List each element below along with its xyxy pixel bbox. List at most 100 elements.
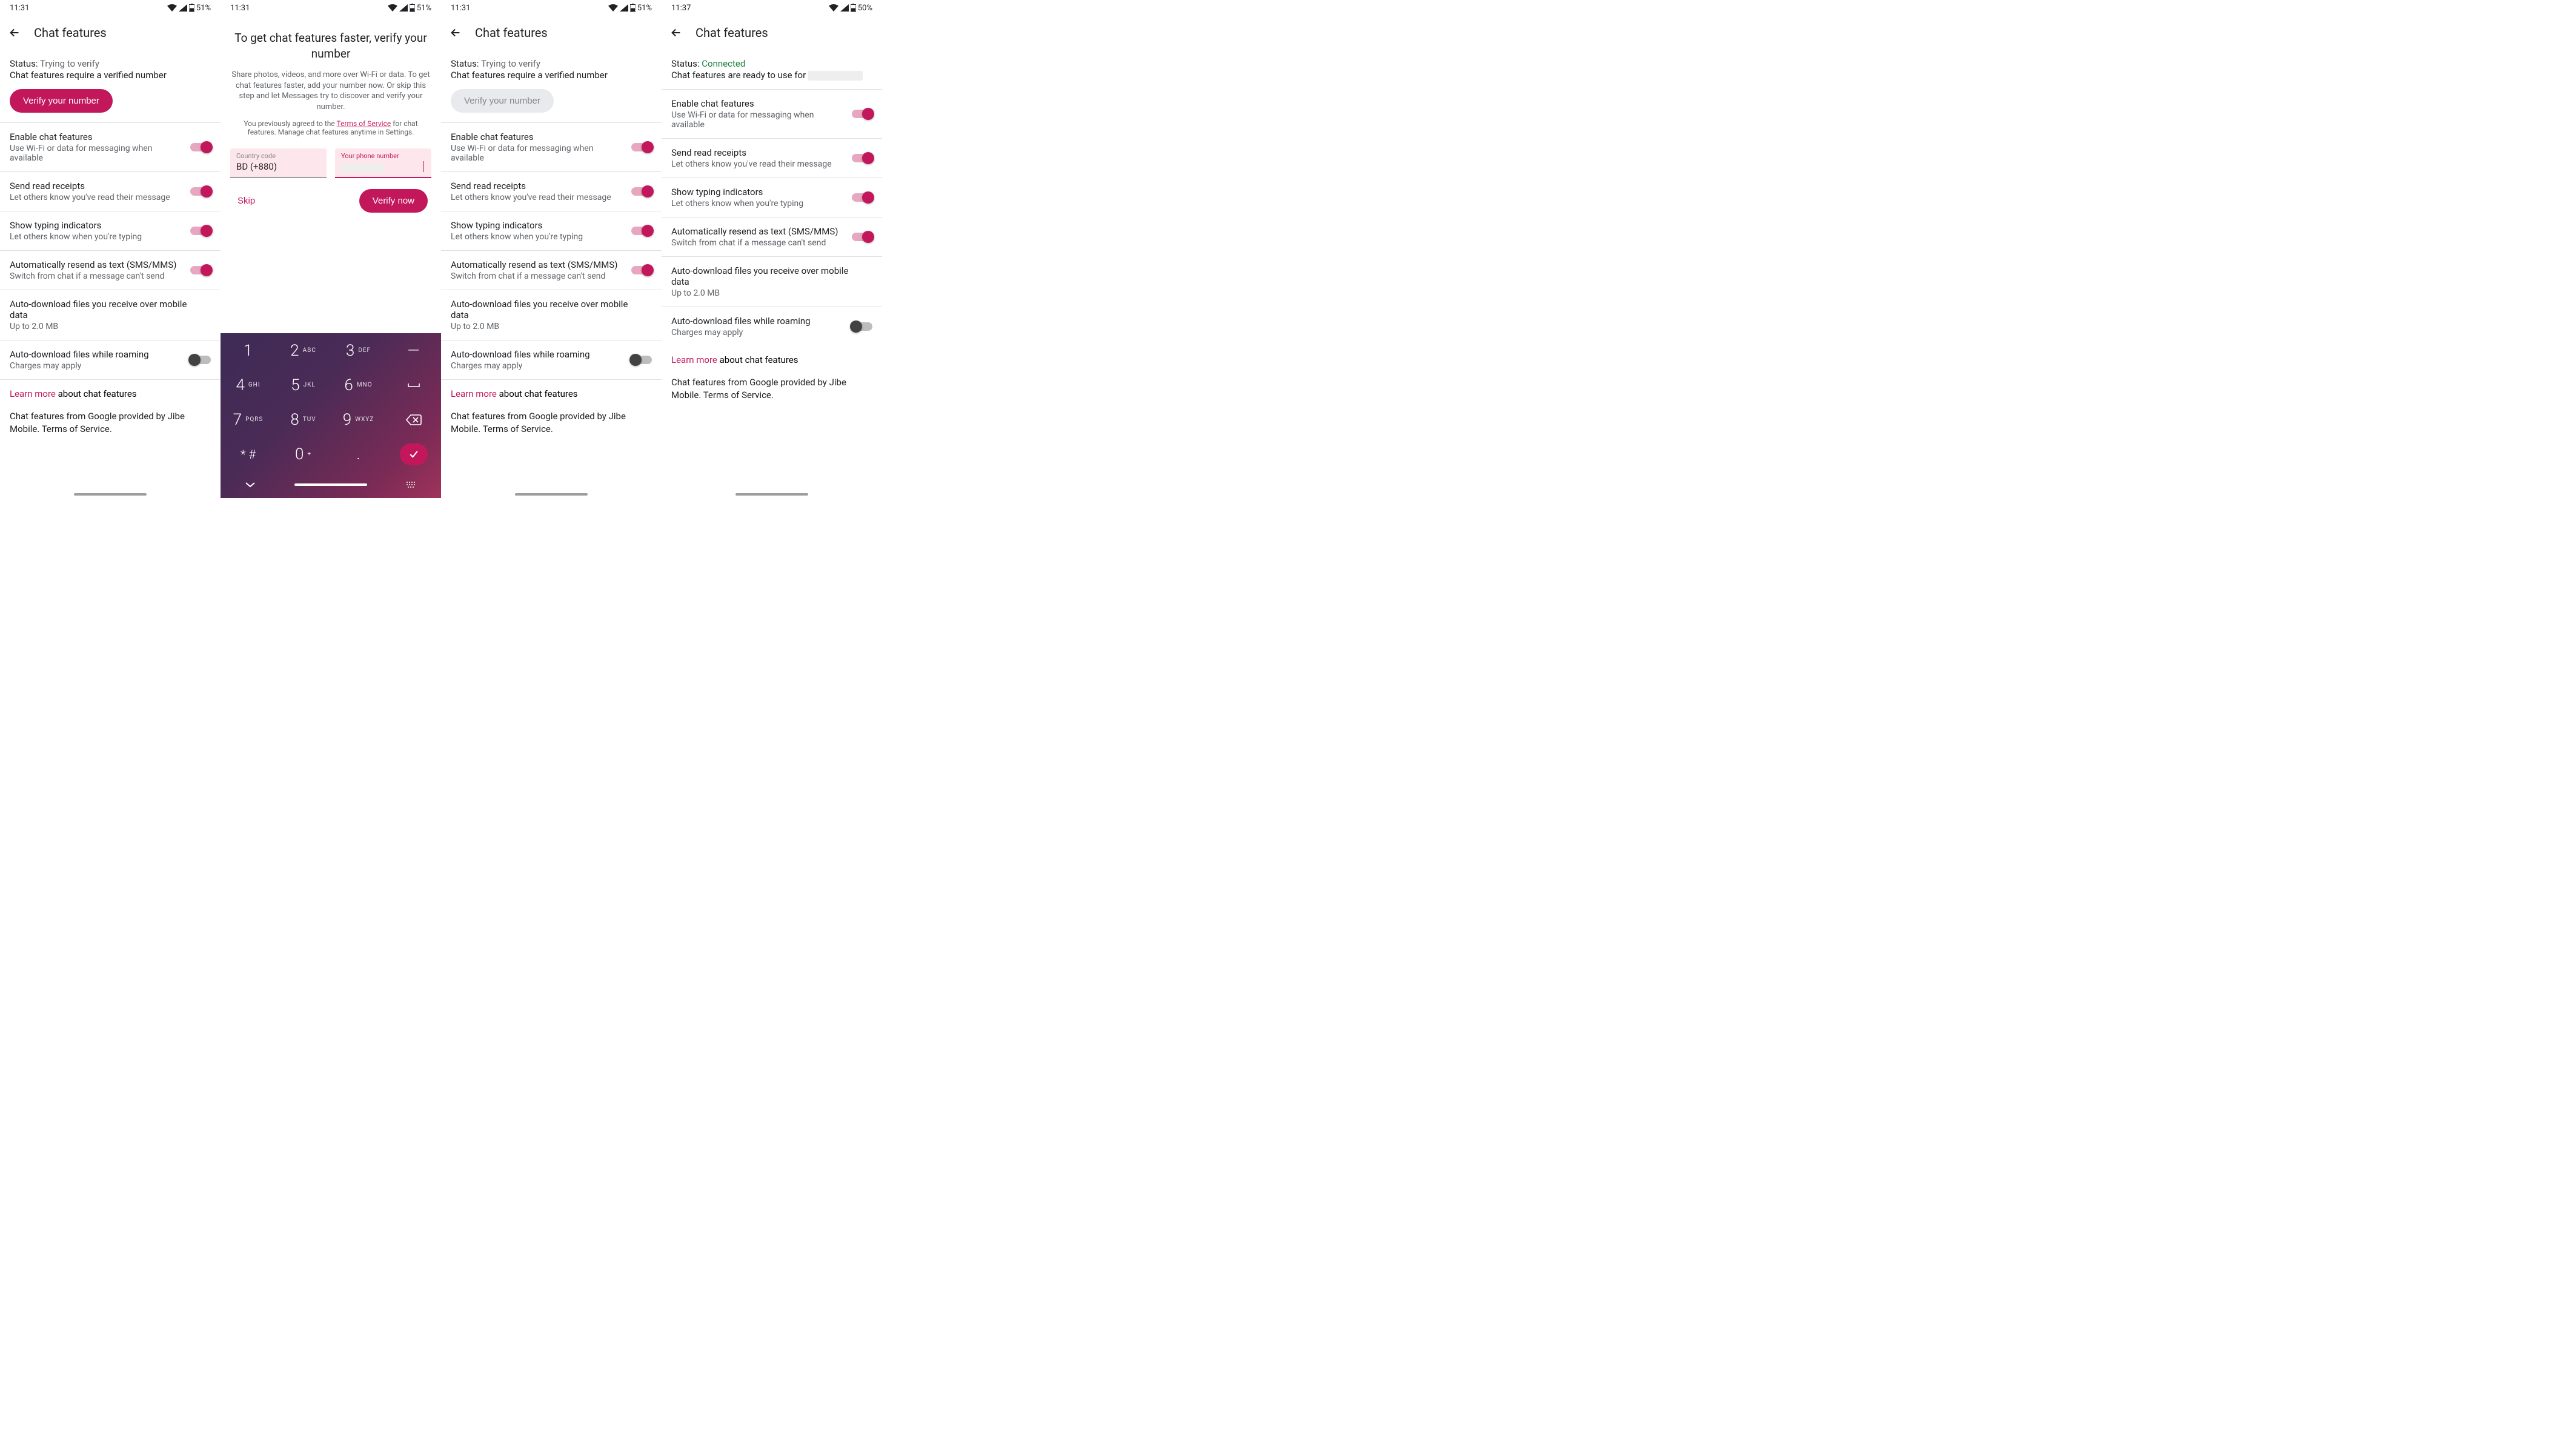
setting-enable-chat[interactable]: Enable chat featuresUse Wi-Fi or data fo…: [441, 123, 662, 172]
country-code-field[interactable]: Country code BD (+880): [230, 148, 327, 178]
key-4[interactable]: 4GHI: [221, 368, 276, 402]
switch-keyboard-button[interactable]: [406, 479, 417, 491]
toggle-auto-download-roaming[interactable]: [852, 320, 872, 333]
cell-signal-icon: [399, 4, 408, 12]
setting-enable-chat[interactable]: Enable chat featuresUse Wi-Fi or data fo…: [662, 90, 882, 139]
app-bar: Chat features: [441, 16, 662, 50]
back-button[interactable]: [448, 25, 463, 40]
numeric-keypad: 1 2ABC 3DEF — 4GHI 5JKL 6MNO 7PQRS 8TUV …: [221, 333, 441, 498]
toggle-auto-resend[interactable]: [190, 264, 211, 276]
verify-now-button[interactable]: Verify now: [359, 189, 428, 213]
setting-auto-download-roaming[interactable]: Auto-download files while roamingCharges…: [441, 340, 662, 380]
toggle-auto-resend[interactable]: [852, 231, 872, 243]
key-space[interactable]: [386, 368, 441, 402]
learn-more-link[interactable]: Learn more: [451, 388, 497, 399]
setting-read-receipts[interactable]: Send read receiptsLet others know you've…: [441, 172, 662, 211]
toggle-auto-resend[interactable]: [631, 264, 652, 276]
cell-signal-icon: [840, 4, 849, 12]
home-indicator[interactable]: [515, 493, 588, 496]
setting-enable-chat[interactable]: Enable chat featuresUse Wi-Fi or data fo…: [0, 123, 221, 172]
battery-icon: [410, 4, 415, 12]
setting-auto-download-roaming[interactable]: Auto-download files while roamingCharges…: [0, 340, 221, 380]
clock-time: 11:31: [10, 4, 29, 13]
setting-auto-download-mobile[interactable]: Auto-download files you receive over mob…: [441, 290, 662, 340]
status-bar: 11:31 51%: [0, 0, 221, 16]
toggle-typing-indicators[interactable]: [631, 225, 652, 237]
setting-sub: Use Wi-Fi or data for messaging when ava…: [10, 144, 185, 163]
wifi-icon: [388, 4, 397, 12]
chevron-down-icon: [245, 481, 256, 488]
key-7[interactable]: 7PQRS: [221, 402, 276, 437]
dialog-tos: You previously agreed to the Terms of Se…: [230, 119, 431, 136]
skip-button[interactable]: Skip: [234, 190, 259, 212]
setting-typing-indicators[interactable]: Show typing indicatorsLet others know wh…: [441, 211, 662, 251]
learn-more-link[interactable]: Learn more: [10, 388, 56, 399]
toggle-typing-indicators[interactable]: [852, 191, 872, 204]
space-icon: [407, 381, 421, 390]
setting-read-receipts[interactable]: Send read receiptsLet others know you've…: [662, 139, 882, 178]
clock-time: 11:31: [451, 4, 470, 13]
toggle-auto-download-roaming[interactable]: [190, 354, 211, 366]
footer-text: Chat features from Google provided by Ji…: [441, 408, 662, 436]
setting-auto-resend[interactable]: Automatically resend as text (SMS/MMS)Sw…: [662, 217, 882, 257]
toggle-enable-chat[interactable]: [852, 108, 872, 120]
status-sub: Chat features require a verified number: [10, 70, 211, 81]
phone-screen-4: 11:37 50% Chat features Status: Connecte…: [662, 0, 882, 498]
toggle-enable-chat[interactable]: [190, 141, 211, 153]
key-6[interactable]: 6MNO: [331, 368, 386, 402]
cell-signal-icon: [179, 4, 187, 12]
key-8[interactable]: 8TUV: [276, 402, 331, 437]
key-2[interactable]: 2ABC: [276, 333, 331, 368]
wifi-icon: [829, 4, 838, 12]
backspace-icon: [406, 414, 422, 425]
setting-auto-download-mobile[interactable]: Auto-download files you receive over mob…: [0, 290, 221, 340]
setting-auto-download-mobile[interactable]: Auto-download files you receive over mob…: [662, 257, 882, 307]
setting-typing-indicators[interactable]: Show typing indicatorsLet others know wh…: [0, 211, 221, 251]
learn-more-link[interactable]: Learn more: [671, 354, 717, 365]
toggle-read-receipts[interactable]: [852, 152, 872, 164]
verify-number-button[interactable]: Verify your number: [10, 89, 113, 113]
toggle-enable-chat[interactable]: [631, 141, 652, 153]
redacted-phone: [341, 164, 383, 172]
setting-auto-download-roaming[interactable]: Auto-download files while roamingCharges…: [662, 307, 882, 346]
phone-number-field[interactable]: Your phone number: [335, 148, 431, 178]
status-bar: 11:37 50%: [662, 0, 882, 16]
key-backspace[interactable]: [386, 402, 441, 437]
back-button[interactable]: [7, 25, 22, 40]
page-title: Chat features: [34, 25, 107, 40]
learn-more-row: Learn more about chat features: [441, 380, 662, 408]
app-bar: Chat features: [0, 16, 221, 50]
home-indicator[interactable]: [294, 483, 367, 486]
key-5[interactable]: 5JKL: [276, 368, 331, 402]
battery-icon: [851, 4, 856, 12]
learn-more-row: Learn more about chat features: [0, 380, 221, 408]
home-indicator[interactable]: [74, 493, 147, 496]
key-star-hash[interactable]: * #: [221, 437, 276, 471]
phone-screen-2: 11:31 51% To get chat features faster, v…: [221, 0, 441, 498]
key-1[interactable]: 1: [221, 333, 276, 368]
status-line: Status: Trying to verify: [10, 58, 211, 69]
status-sub: Chat features require a verified number: [451, 70, 652, 81]
setting-auto-resend[interactable]: Automatically resend as text (SMS/MMS)Sw…: [0, 251, 221, 290]
status-bar: 11:31 51%: [221, 0, 441, 16]
key-period[interactable]: .: [331, 437, 386, 471]
key-9[interactable]: 9WXYZ: [331, 402, 386, 437]
toggle-read-receipts[interactable]: [631, 185, 652, 198]
phone-screen-1: 11:31 51% Chat features Status: Trying t…: [0, 0, 221, 498]
key-0[interactable]: 0+: [276, 437, 331, 471]
toggle-typing-indicators[interactable]: [190, 225, 211, 237]
tos-link[interactable]: Terms of Service: [337, 119, 391, 128]
home-indicator[interactable]: [735, 493, 808, 496]
status-bar: 11:31 51%: [441, 0, 662, 16]
country-code-value: BD (+880): [236, 161, 320, 172]
setting-auto-resend[interactable]: Automatically resend as text (SMS/MMS)Sw…: [441, 251, 662, 290]
toggle-read-receipts[interactable]: [190, 185, 211, 198]
key-confirm[interactable]: [386, 437, 441, 471]
key-dash[interactable]: —: [386, 333, 441, 368]
setting-typing-indicators[interactable]: Show typing indicatorsLet others know wh…: [662, 178, 882, 217]
setting-read-receipts[interactable]: Send read receiptsLet others know you've…: [0, 172, 221, 211]
toggle-auto-download-roaming[interactable]: [631, 354, 652, 366]
key-3[interactable]: 3DEF: [331, 333, 386, 368]
collapse-keyboard-button[interactable]: [245, 479, 256, 491]
back-button[interactable]: [669, 25, 683, 40]
